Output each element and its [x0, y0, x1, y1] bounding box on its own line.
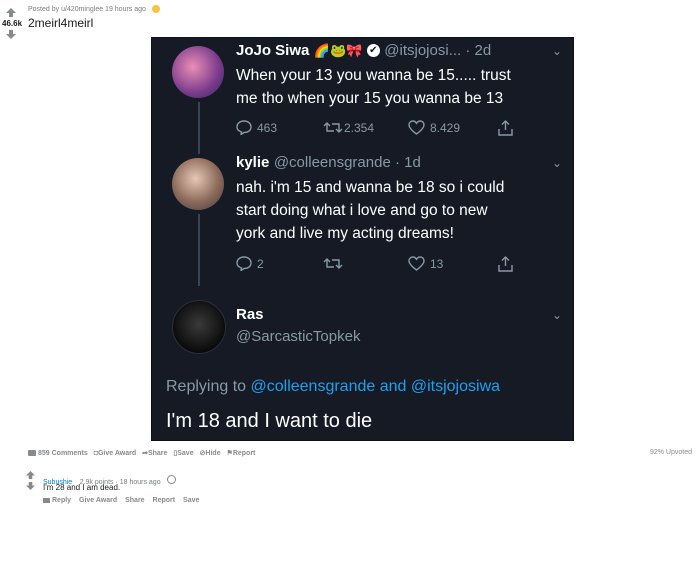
comment-report-button[interactable]: Report	[153, 497, 176, 504]
tweet2-name: kylie	[236, 154, 270, 171]
chevron-down-icon[interactable]: ⌄	[552, 156, 562, 170]
tweet3-text: I'm 18 and I want to die	[166, 410, 373, 432]
tweet2-header: kylie @colleensgrande · 1d	[236, 154, 421, 172]
tweet1-replies: 463	[257, 121, 278, 135]
comments-button[interactable]: 859 Comments	[38, 450, 88, 457]
tweet1-handle: @itsjojosi... · 2d	[384, 42, 492, 59]
tweet2-text: nah. i'm 15 and wanna be 18 so i could s…	[236, 176, 504, 245]
share-icon[interactable]	[498, 120, 513, 136]
comment-icon	[28, 450, 36, 457]
tweet2-likes: 13	[430, 257, 444, 271]
save-button[interactable]: Save	[177, 450, 193, 457]
reply-icon[interactable]	[236, 256, 252, 271]
report-button[interactable]: Report	[233, 450, 256, 457]
post-score: 46.6k	[2, 19, 23, 28]
comment-text: I'm 28 and I am dead.	[43, 483, 121, 492]
tweet2-line1: nah. i'm 15 and wanna be 18 so i could	[236, 179, 505, 196]
comment-actions: Reply Give Award Share Report Save	[43, 497, 199, 504]
like-icon[interactable]	[408, 256, 425, 271]
share-icon[interactable]	[498, 256, 513, 272]
thread-line	[198, 102, 200, 154]
tweet3-name: Ras	[236, 306, 264, 323]
tweet2-line2: start doing what i love and go to new	[236, 202, 488, 219]
share-button[interactable]: Share	[148, 450, 167, 457]
replying-user2[interactable]: @itsjojosiwa	[411, 378, 500, 395]
tweet2-replies: 2	[257, 257, 264, 271]
tweet1-retweets: 2.354	[344, 121, 375, 135]
post-meta-text: Posted by u/420minglee 19 hours ago	[28, 5, 146, 13]
tweet1-likes: 8.429	[430, 121, 461, 135]
post-title[interactable]: 2meirl4meirl	[28, 16, 93, 30]
comment-upvote-icon[interactable]	[26, 471, 35, 479]
like-icon[interactable]	[408, 120, 425, 135]
upvoted-percent: 92% Upvoted	[649, 449, 692, 456]
reply-icon[interactable]	[236, 120, 252, 135]
reply-comment-icon	[43, 497, 50, 503]
thread-line	[198, 214, 200, 286]
tweet1-line1: When your 13 you wanna be 15..... trust	[236, 67, 511, 84]
tweet2-handle: @colleensgrande · 1d	[273, 154, 421, 171]
give-award-button[interactable]: Give Award	[98, 450, 136, 457]
replying-user1[interactable]: @colleensgrande	[251, 378, 376, 395]
comment-downvote-icon[interactable]	[26, 482, 35, 490]
downvote-arrow-icon[interactable]	[6, 30, 16, 39]
chevron-down-icon[interactable]: ⌄	[552, 308, 562, 322]
tweet1-actions: 463 2.354 8.429	[236, 120, 516, 138]
post-meta: Posted by u/420minglee 19 hours ago	[28, 5, 160, 13]
tweet2-actions: 2 13	[236, 256, 516, 274]
award-icon	[151, 5, 160, 13]
retweet-icon[interactable]	[323, 256, 343, 271]
comment-reply-button[interactable]: Reply	[52, 497, 71, 504]
replying-prefix: Replying to	[166, 378, 251, 395]
jojo-avatar	[172, 46, 224, 98]
post-image[interactable]: JoJo Siwa 🌈🐸🎀 ✔ @itsjojosi... · 2d ⌄ Whe…	[151, 37, 574, 441]
comment-give-award-button[interactable]: Give Award	[79, 497, 117, 504]
tweet2-line3: york and live my acting dreams!	[236, 225, 454, 242]
replying-to: Replying to @colleensgrande and @itsjojo…	[166, 378, 500, 396]
hide-button[interactable]: Hide	[205, 450, 220, 457]
replying-and: and	[375, 378, 411, 395]
tweet1-header: JoJo Siwa 🌈🐸🎀 ✔ @itsjojosi... · 2d	[236, 42, 491, 60]
comment-save-button[interactable]: Save	[183, 497, 199, 504]
chevron-down-icon[interactable]: ⌄	[552, 44, 562, 58]
ras-avatar	[172, 300, 226, 354]
comment-share-button[interactable]: Share	[125, 497, 144, 504]
tweet1-text: When your 13 you wanna be 15..... trust …	[236, 64, 511, 110]
kylie-avatar	[172, 158, 224, 210]
retweet-icon[interactable]	[323, 120, 343, 135]
tweet3-handle: @SarcasticTopkek	[236, 328, 361, 345]
tweet1-emoji: 🌈🐸🎀	[313, 43, 363, 58]
post-footer: 859 Comments ◘Give Award ➦Share ▯Save ⊘H…	[28, 449, 255, 457]
tweet1-line2: me tho when your 15 you wanna be 13	[236, 90, 504, 107]
verified-badge-icon: ✔	[366, 44, 380, 58]
tweet1-name: JoJo Siwa	[236, 42, 310, 59]
upvote-arrow-icon[interactable]	[6, 8, 16, 17]
comment-award-icon	[167, 475, 177, 485]
